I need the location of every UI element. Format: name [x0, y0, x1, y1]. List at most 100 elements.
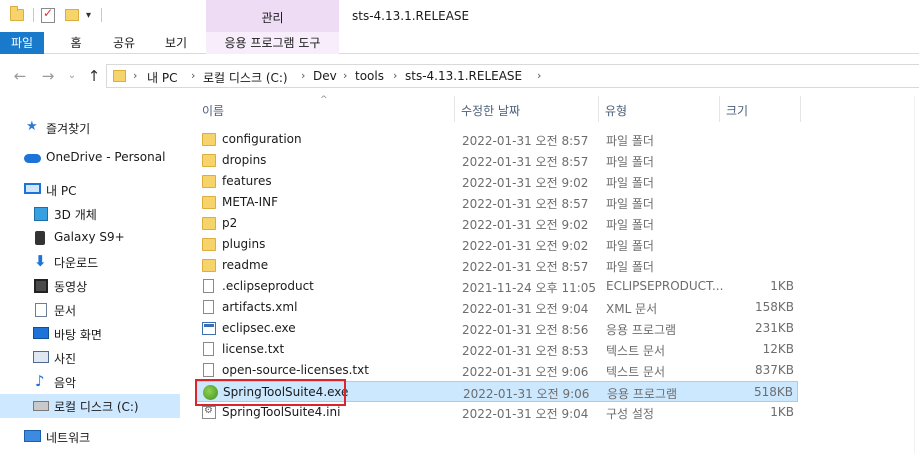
tab-view[interactable]: 보기 [156, 32, 196, 54]
chevron-right-icon[interactable]: › [343, 69, 347, 82]
file-name: license.txt [222, 342, 285, 356]
column-header-name[interactable]: 이름 [196, 96, 454, 122]
file-name: features [222, 174, 272, 188]
sidebar-item-pictures[interactable]: 사진 [0, 346, 180, 370]
sidebar-item-label: 동영상 [54, 280, 88, 294]
chevron-right-icon[interactable]: › [537, 69, 541, 82]
file-type: 파일 폴더 [606, 239, 654, 253]
tab-share[interactable]: 공유 [104, 32, 144, 54]
column-divider[interactable] [800, 96, 801, 122]
title-bar: ▾ 관리 sts-4.13.1.RELEASE [0, 0, 919, 32]
file-name: SpringToolSuite4.ini [222, 405, 341, 419]
file-name: dropins [222, 153, 267, 167]
file-row[interactable]: dropins 2022-01-31 오전 8:57 파일 폴더 [196, 150, 798, 171]
sidebar-item-music[interactable]: ♪ 음악 [0, 370, 180, 394]
tab-file[interactable]: 파일 [0, 32, 44, 54]
properties-icon[interactable] [41, 6, 55, 23]
back-arrow-icon[interactable]: ← [10, 66, 30, 86]
file-row[interactable]: features 2022-01-31 오전 9:02 파일 폴더 [196, 171, 798, 192]
forward-arrow-icon[interactable]: → [38, 66, 58, 86]
file-row[interactable]: open-source-licenses.txt 2022-01-31 오전 9… [196, 360, 798, 381]
file-row[interactable]: .eclipseproduct 2021-11-24 오후 11:05 ECLI… [196, 276, 798, 297]
column-header-size[interactable]: 크기 [720, 96, 800, 122]
highlight-annotation [195, 379, 346, 406]
sidebar-item-desktop[interactable]: 바탕 화면 [0, 322, 180, 346]
sidebar-item-documents[interactable]: 문서 [0, 298, 180, 322]
sidebar-item-label: 즐겨찾기 [46, 122, 91, 136]
file-row[interactable]: readme 2022-01-31 오전 8:57 파일 폴더 [196, 255, 798, 276]
breadcrumb-local-disk[interactable]: 로컬 디스크 (C:) [203, 69, 288, 86]
sidebar-item-downloads[interactable]: ⬇ 다운로드 [0, 250, 180, 274]
file-icon [203, 279, 214, 293]
file-date: 2022-01-31 오전 8:53 [462, 344, 589, 358]
sidebar-item-label: Galaxy S9+ [54, 230, 125, 244]
new-folder-icon[interactable] [65, 9, 79, 21]
sidebar-item-label: 네트워크 [46, 431, 91, 445]
text-file-icon [203, 363, 214, 377]
window-title: sts-4.13.1.RELEASE [352, 9, 470, 23]
folder-icon [202, 217, 216, 230]
file-row[interactable]: p2 2022-01-31 오전 9:02 파일 폴더 [196, 213, 798, 234]
column-header-label: 유형 [605, 104, 628, 118]
sidebar-item-network[interactable]: 네트워크 [0, 425, 180, 449]
file-size: 1KB [770, 405, 794, 419]
breadcrumb-tools[interactable]: tools [355, 69, 384, 83]
breadcrumb-sts[interactable]: sts-4.13.1.RELEASE [405, 69, 522, 83]
sidebar-item-local-disk[interactable]: 로컬 디스크 (C:) [0, 394, 180, 418]
customize-quick-access-icon[interactable]: ▾ [86, 10, 91, 21]
file-date: 2022-01-31 오전 9:02 [462, 176, 589, 190]
file-type: 파일 폴더 [606, 176, 654, 190]
sidebar-item-label: 사진 [54, 352, 77, 366]
file-row[interactable]: license.txt 2022-01-31 오전 8:53 텍스트 문서 12… [196, 339, 798, 360]
folder-icon [10, 6, 24, 21]
sidebar-item-videos[interactable]: 동영상 [0, 274, 180, 298]
chevron-right-icon[interactable]: › [393, 69, 397, 82]
sidebar-item-this-pc[interactable]: 내 PC [0, 178, 180, 202]
sidebar-item-galaxy[interactable]: Galaxy S9+ [0, 226, 180, 250]
file-date: 2022-01-31 오전 8:57 [462, 260, 589, 274]
file-row[interactable]: artifacts.xml 2022-01-31 오전 9:04 XML 문서 … [196, 297, 798, 318]
sidebar-item-quick-access[interactable]: ★ 즐겨찾기 [0, 116, 180, 140]
desktop-icon [33, 327, 49, 339]
folder-icon [202, 154, 216, 167]
breadcrumb-this-pc[interactable]: 내 PC [147, 69, 177, 86]
file-row[interactable]: plugins 2022-01-31 오전 9:02 파일 폴더 [196, 234, 798, 255]
file-row[interactable]: configuration 2022-01-31 오전 8:57 파일 폴더 [196, 129, 798, 150]
chevron-right-icon[interactable]: › [301, 69, 305, 82]
file-date: 2022-01-31 오전 9:06 [463, 387, 590, 401]
chevron-right-icon[interactable]: › [133, 69, 137, 82]
text-file-icon [203, 342, 214, 356]
scrollbar-track[interactable] [914, 96, 915, 453]
recent-locations-chevron-icon[interactable]: ⌄ [62, 66, 82, 86]
drive-icon [33, 401, 49, 411]
file-name: plugins [222, 237, 266, 251]
column-header-type[interactable]: 유형 [599, 96, 719, 122]
folder-icon [202, 175, 216, 188]
file-name: p2 [222, 216, 238, 230]
sidebar-item-3d-objects[interactable]: 3D 개체 [0, 202, 180, 226]
settings-file-icon [202, 405, 216, 419]
sidebar-item-onedrive[interactable]: OneDrive - Personal [0, 146, 180, 170]
file-row[interactable]: META-INF 2022-01-31 오전 8:57 파일 폴더 [196, 192, 798, 213]
sidebar-item-label: 로컬 디스크 (C:) [54, 400, 139, 414]
file-type: 텍스트 문서 [606, 344, 666, 358]
file-date: 2022-01-31 오전 8:56 [462, 323, 589, 337]
sidebar-item-label: 문서 [54, 304, 77, 318]
document-icon [35, 303, 47, 317]
column-header-label: 이름 [202, 104, 225, 118]
file-name: META-INF [222, 195, 279, 209]
breadcrumb-dev[interactable]: Dev [313, 69, 337, 83]
up-arrow-icon[interactable]: ↑ [84, 66, 104, 86]
tab-home[interactable]: 홈 [56, 32, 96, 54]
network-icon [24, 430, 41, 442]
file-size: 518KB [753, 385, 793, 399]
folder-icon [113, 70, 126, 82]
tab-application-tools[interactable]: 응용 프로그램 도구 [206, 32, 339, 54]
file-type: 파일 폴더 [606, 218, 654, 232]
address-bar[interactable]: › 내 PC › 로컬 디스크 (C:) › Dev › tools › sts… [106, 64, 919, 88]
chevron-right-icon[interactable]: › [191, 69, 195, 82]
file-row[interactable]: eclipsec.exe 2022-01-31 오전 8:56 응용 프로그램 … [196, 318, 798, 339]
sidebar-item-label: 음악 [54, 376, 77, 390]
file-type: 구성 설정 [606, 407, 654, 421]
column-header-date[interactable]: 수정한 날짜 [455, 96, 598, 122]
